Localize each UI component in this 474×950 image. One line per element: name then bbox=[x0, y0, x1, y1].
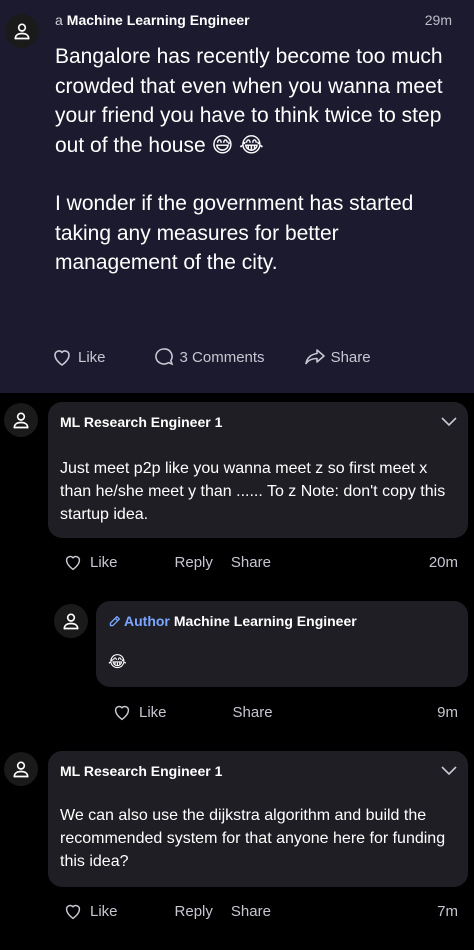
user-icon bbox=[13, 412, 29, 429]
comment-author[interactable]: Machine Learning Engineer bbox=[174, 613, 357, 629]
heart-icon bbox=[54, 350, 70, 366]
author-badge-label: Author bbox=[124, 613, 170, 629]
comment-time: 20m bbox=[428, 554, 458, 571]
avatar[interactable] bbox=[4, 752, 38, 786]
heart-icon bbox=[114, 705, 130, 721]
post-paragraph: Bangalore has recently become too much c… bbox=[55, 45, 443, 157]
avatar[interactable] bbox=[54, 604, 88, 638]
avatar[interactable] bbox=[5, 14, 39, 48]
comment-author[interactable]: ML Research Engineer 1 bbox=[60, 763, 222, 779]
like-label: Like bbox=[90, 553, 118, 571]
like-button[interactable]: Like bbox=[111, 701, 167, 723]
heart-icon bbox=[65, 904, 81, 920]
comment-actions: Like Share bbox=[111, 701, 273, 723]
share-button[interactable]: Share bbox=[231, 903, 271, 920]
author-badge: Author bbox=[108, 613, 170, 629]
chevron-down-icon[interactable] bbox=[440, 765, 458, 777]
share-button[interactable]: Share bbox=[233, 704, 273, 721]
user-icon bbox=[13, 761, 29, 778]
like-button[interactable]: Like bbox=[50, 345, 106, 369]
comment-text: 😂 bbox=[108, 654, 127, 671]
thread-page: a Machine Learning Engineer 29m Bangalor… bbox=[0, 0, 474, 950]
post-actions: Like 3 Comments Share bbox=[50, 345, 430, 369]
share-label: Share bbox=[330, 348, 371, 366]
main-post: a Machine Learning Engineer 29m Bangalor… bbox=[0, 0, 474, 393]
reply-header: Author Machine Learning Engineer bbox=[108, 613, 357, 629]
like-label: Like bbox=[139, 703, 167, 721]
reply-bubble: Author Machine Learning Engineer 😂 bbox=[96, 601, 468, 687]
heart-icon bbox=[65, 555, 81, 571]
like-label: Like bbox=[90, 902, 118, 920]
like-button[interactable]: Like bbox=[62, 551, 118, 573]
avatar[interactable] bbox=[4, 403, 38, 437]
reply-button[interactable]: Reply bbox=[175, 903, 213, 920]
comment-actions: Like Reply Share bbox=[62, 551, 271, 573]
post-body: Bangalore has recently become too much c… bbox=[55, 42, 460, 278]
author-prefix: a bbox=[55, 12, 63, 28]
comment-bubble: ML Research Engineer 1 We can also use t… bbox=[48, 751, 468, 887]
comment-actions: Like Reply Share bbox=[62, 900, 271, 922]
comments-button[interactable]: 3 Comments bbox=[152, 345, 265, 369]
comment-author[interactable]: ML Research Engineer 1 bbox=[60, 414, 222, 430]
post-header: a Machine Learning Engineer 29m bbox=[55, 12, 452, 28]
comment-text: We can also use the dijkstra algorithm a… bbox=[60, 807, 446, 870]
post-author[interactable]: Machine Learning Engineer bbox=[67, 12, 250, 28]
share-icon bbox=[304, 349, 325, 365]
like-label: Like bbox=[78, 348, 106, 366]
comment-bubble: ML Research Engineer 1 Just meet p2p lik… bbox=[48, 402, 468, 538]
post-paragraph: I wonder if the government has started t… bbox=[55, 192, 414, 274]
like-button[interactable]: Like bbox=[62, 900, 118, 922]
reply-button[interactable]: Reply bbox=[175, 554, 213, 571]
post-time: 29m bbox=[424, 12, 452, 28]
chevron-down-icon[interactable] bbox=[440, 416, 458, 428]
share-button[interactable]: Share bbox=[231, 554, 271, 571]
comments-label: 3 Comments bbox=[179, 348, 265, 366]
comment-text: Just meet p2p like you wanna meet z so f… bbox=[60, 460, 446, 523]
user-icon bbox=[63, 613, 79, 630]
comment-time: 7m bbox=[437, 903, 458, 920]
share-button[interactable]: Share bbox=[303, 345, 371, 369]
comment-icon bbox=[154, 348, 173, 366]
user-icon bbox=[14, 23, 30, 40]
pen-icon bbox=[109, 615, 121, 626]
comment-time: 9m bbox=[437, 704, 458, 721]
